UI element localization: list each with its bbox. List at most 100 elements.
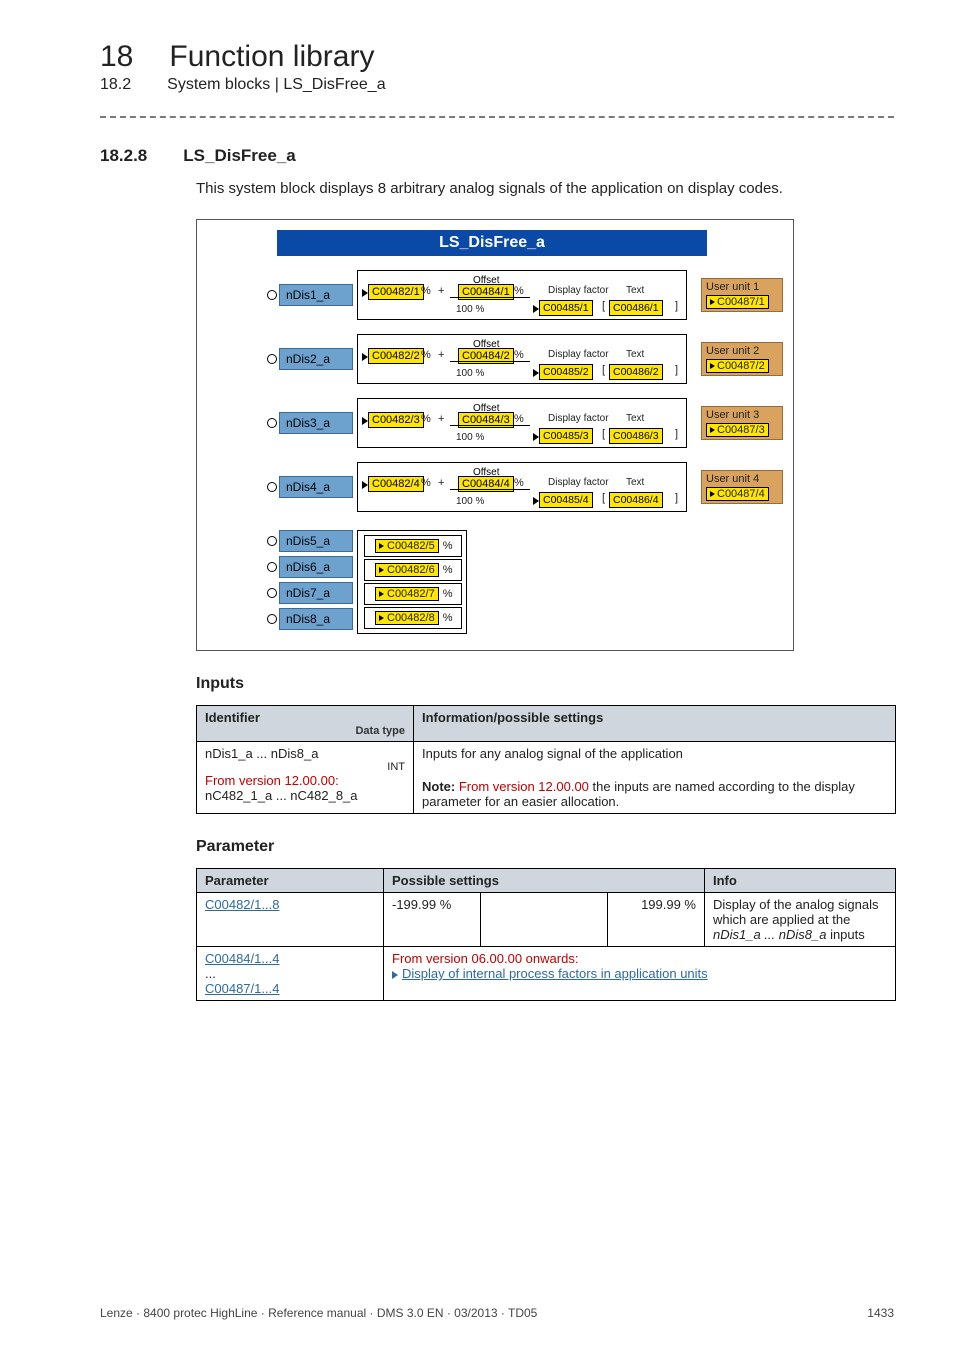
plus-symbol: +	[438, 477, 444, 489]
param-chip: C00485/1	[539, 300, 593, 316]
info-text: inputs	[826, 927, 864, 942]
range-mid-cell	[481, 893, 608, 947]
port-icon	[267, 562, 277, 572]
bracket: ]	[675, 492, 678, 504]
user-unit-label: User unit 4	[706, 473, 778, 486]
input-port-label: nDis4_a	[279, 476, 353, 498]
page-footer: Lenze · 8400 protec HighLine · Reference…	[100, 1306, 894, 1320]
formula-box: Offset Display factor Text C00482/2 % + …	[357, 334, 687, 384]
pct-symbol: %	[421, 413, 431, 425]
pct-symbol: %	[421, 285, 431, 297]
user-unit-label: User unit 2	[706, 345, 778, 358]
param-chip: C00482/6	[375, 563, 439, 577]
section-number: 18.2.8	[100, 146, 147, 166]
input-port-label: nDis5_a	[279, 530, 353, 552]
table-header-row: Parameter Possible settings Info	[197, 869, 896, 893]
param-chip: C00485/2	[539, 364, 593, 380]
plus-symbol: +	[438, 413, 444, 425]
port-icon	[267, 354, 277, 364]
caret-right-icon	[392, 971, 398, 979]
pct-symbol: %	[443, 612, 453, 624]
sub-title: System blocks | LS_DisFree_a	[167, 76, 385, 94]
page: 18 Function library 18.2 System blocks |…	[0, 0, 954, 1041]
param-chip: C00487/3	[706, 423, 769, 438]
parameter-table: Parameter Possible settings Info C00482/…	[196, 868, 896, 1001]
display-factor-label: Display factor	[548, 413, 609, 424]
section-title: LS_DisFree_a	[183, 146, 295, 166]
hundred-label: 100 %	[456, 304, 484, 315]
param-link[interactable]: C00484/1...4	[205, 951, 279, 966]
formula-box: Offset Display factor Text C00482/4 % + …	[357, 462, 687, 512]
user-unit-box: User unit 3 C00487/3	[701, 406, 783, 440]
range-max-cell: 199.99 %	[608, 893, 705, 947]
reference-link-line: Display of internal process factors in a…	[392, 966, 887, 981]
type-int-label: INT	[205, 761, 405, 773]
pct-symbol: %	[514, 477, 524, 489]
ellipsis: ...	[205, 966, 375, 981]
fraction-bar	[450, 297, 530, 298]
display-factor-label: Display factor	[548, 285, 609, 296]
fraction-bar	[450, 425, 530, 426]
param-chip: C00487/1	[706, 295, 769, 310]
note-prefix: Note:	[422, 779, 459, 794]
param-chip: C00485/3	[539, 428, 593, 444]
diagram-row: nDis2_a Offset Display factor Text C0048…	[267, 334, 783, 384]
param-link[interactable]: C00482/1...8	[205, 897, 279, 912]
param-chip: C00482/2	[368, 348, 424, 364]
hundred-label: 100 %	[456, 368, 484, 379]
small-formula-box: C00482/8 %	[364, 607, 462, 629]
text-label: Text	[626, 477, 644, 488]
reference-link[interactable]: Display of internal process factors in a…	[402, 966, 708, 981]
input-port-label: nDis8_a	[279, 608, 353, 630]
bracket: [	[602, 364, 605, 376]
bracket: [	[602, 300, 605, 312]
plus-symbol: +	[438, 349, 444, 361]
pct-symbol: %	[443, 564, 453, 576]
input-port-label: nDis6_a	[279, 556, 353, 578]
pct-symbol: %	[443, 588, 453, 600]
param-chip: C00485/4	[539, 492, 593, 508]
param-chip: C00482/5	[375, 539, 439, 553]
diagram-row: nDis1_a Offset Display factor Text C0048…	[267, 270, 783, 320]
identifier-line: nC482_1_a ... nC482_8_a	[205, 788, 405, 803]
info-text: Display of the analog signals which are …	[713, 897, 879, 927]
diagram-small-row: nDis8_a	[267, 608, 353, 630]
user-unit-box: User unit 4 C00487/4	[701, 470, 783, 504]
info-cell: From version 06.00.00 onwards: Display o…	[384, 947, 896, 1001]
param-chip: C00482/8	[375, 611, 439, 625]
input-port-label: nDis7_a	[279, 582, 353, 604]
from-version-text: From version 12.00.00:	[205, 773, 405, 788]
section-header: 18.2.8 LS_DisFree_a	[100, 146, 894, 166]
param-link[interactable]: C00487/1...4	[205, 981, 279, 996]
input-port-label: nDis2_a	[279, 348, 353, 370]
port-icon	[267, 418, 277, 428]
small-box-group: C00482/5 % C00482/6 % C00482/7 % C00482/…	[357, 530, 467, 634]
param-cell: C00482/1...8	[197, 893, 384, 947]
note-version: From version 12.00.00	[459, 779, 589, 794]
param-chip: C00486/3	[609, 428, 663, 444]
user-unit-label: User unit 1	[706, 281, 778, 294]
chapter-title: Function library	[169, 40, 374, 74]
bracket: ]	[675, 300, 678, 312]
param-chip: C00486/4	[609, 492, 663, 508]
pct-symbol: %	[514, 413, 524, 425]
diagram-row: nDis3_a Offset Display factor Text C0048…	[267, 398, 783, 448]
input-port-label: nDis1_a	[279, 284, 353, 306]
table-row: C00484/1...4 ... C00487/1...4 From versi…	[197, 947, 896, 1001]
fraction-bar	[450, 361, 530, 362]
diagram-row: nDis4_a Offset Display factor Text C0048…	[267, 462, 783, 512]
input-port-label: nDis3_a	[279, 412, 353, 434]
text-label: Text	[626, 413, 644, 424]
from-version-text: From version 06.00.00 onwards:	[392, 951, 887, 966]
header-text: Identifier	[205, 710, 260, 725]
table-header-row: Identifier Data type Information/possibl…	[197, 706, 896, 742]
footer-page-number: 1433	[867, 1306, 894, 1320]
port-icon	[267, 588, 277, 598]
param-chip: C00486/2	[609, 364, 663, 380]
param-chip: C00487/4	[706, 487, 769, 502]
col-header-identifier: Identifier Data type	[197, 706, 414, 742]
section-intro: This system block displays 8 arbitrary a…	[196, 180, 894, 197]
identifier-cell: nDis1_a ... nDis8_a INT From version 12.…	[197, 742, 414, 814]
chapter-header: 18 Function library	[100, 40, 894, 74]
display-factor-label: Display factor	[548, 349, 609, 360]
